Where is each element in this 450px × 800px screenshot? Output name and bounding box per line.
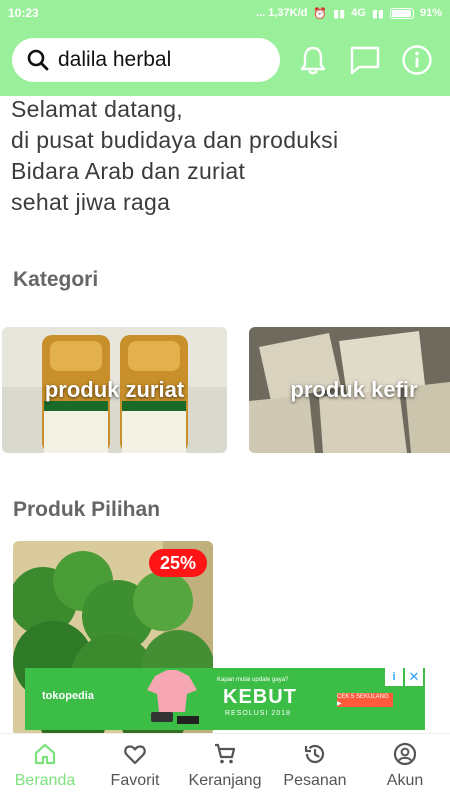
category-card-kefir[interactable]: produk kefir <box>249 327 450 453</box>
category-card-zuriat[interactable]: produk zuriat <box>2 327 227 453</box>
nav-label: Keranjang <box>188 772 262 789</box>
account-icon <box>393 742 417 766</box>
info-icon[interactable] <box>400 43 434 77</box>
home-icon <box>34 743 56 765</box>
nav-akun[interactable]: Akun <box>360 734 450 800</box>
ad-cta-button[interactable]: CEK 5 SEKULANG ▶ <box>337 693 393 707</box>
status-time: 10:23 <box>8 6 39 20</box>
nav-favorit[interactable]: Favorit <box>90 734 180 800</box>
signal-icon: ▮▮ <box>333 7 346 20</box>
network-speed: ... 1,37K/d <box>256 7 308 19</box>
nav-label: Pesanan <box>283 772 347 789</box>
ad-headline: KEBUT <box>223 686 297 708</box>
battery-level: 91% <box>419 7 442 19</box>
battery-icon <box>389 7 414 19</box>
status-icons: ... 1,37K/d ⏰ ▮▮ 4G ▮▮ 91% <box>256 7 442 20</box>
nav-pesanan[interactable]: Pesanan <box>270 734 360 800</box>
nav-label: Beranda <box>14 772 76 789</box>
welcome-line: Bidara Arab dan zuriat <box>11 158 246 184</box>
cart-icon <box>215 743 236 764</box>
nav-label: Favorit <box>110 772 160 789</box>
adchoices-icon[interactable]: i <box>385 668 403 686</box>
heart-icon <box>124 745 146 765</box>
search-query[interactable]: dalila herbal <box>58 48 171 72</box>
welcome-line: Selamat datang, <box>11 96 184 122</box>
status-bar: 10:23 ... 1,37K/d ⏰ ▮▮ 4G ▮▮ 91% <box>0 0 450 26</box>
category-label: produk kefir <box>290 377 418 402</box>
search-icon <box>27 49 49 71</box>
signal-icon-2: ▮▮ <box>371 7 384 20</box>
welcome-message: Selamat datang, di pusat budidaya dan pr… <box>11 94 441 218</box>
ad-subline: RESOLUSI 2018 <box>225 710 291 717</box>
app-header: dalila herbal <box>0 26 450 96</box>
bell-icon[interactable] <box>296 43 330 77</box>
ad-small-text: Kapan mulai update gaya? <box>217 677 289 683</box>
nav-label: Akun <box>386 772 424 789</box>
network-type: 4G <box>351 7 366 19</box>
featured-title: Produk Pilihan <box>13 498 161 521</box>
welcome-line: sehat jiwa raga <box>11 189 171 215</box>
ad-brand: tokopedia <box>42 690 94 702</box>
category-label: produk zuriat <box>44 377 185 402</box>
shirt-image <box>147 670 199 724</box>
discount-badge: 25% <box>149 549 207 577</box>
alarm-icon: ⏰ <box>313 7 328 20</box>
bottom-navigation: Beranda Favorit Keranjang Pesanan Akun <box>0 733 450 800</box>
history-icon <box>304 744 325 764</box>
nav-keranjang[interactable]: Keranjang <box>180 734 270 800</box>
welcome-line: di pusat budidaya dan produksi <box>11 127 339 153</box>
search-bar[interactable]: dalila herbal <box>12 38 280 82</box>
nav-beranda[interactable]: Beranda <box>0 734 90 800</box>
message-icon[interactable] <box>348 43 382 77</box>
ad-banner[interactable]: tokopedia Kapan mulai update gaya? KEBUT… <box>25 668 425 730</box>
close-icon[interactable]: ✕ <box>405 668 423 686</box>
category-title: Kategori <box>13 268 99 291</box>
